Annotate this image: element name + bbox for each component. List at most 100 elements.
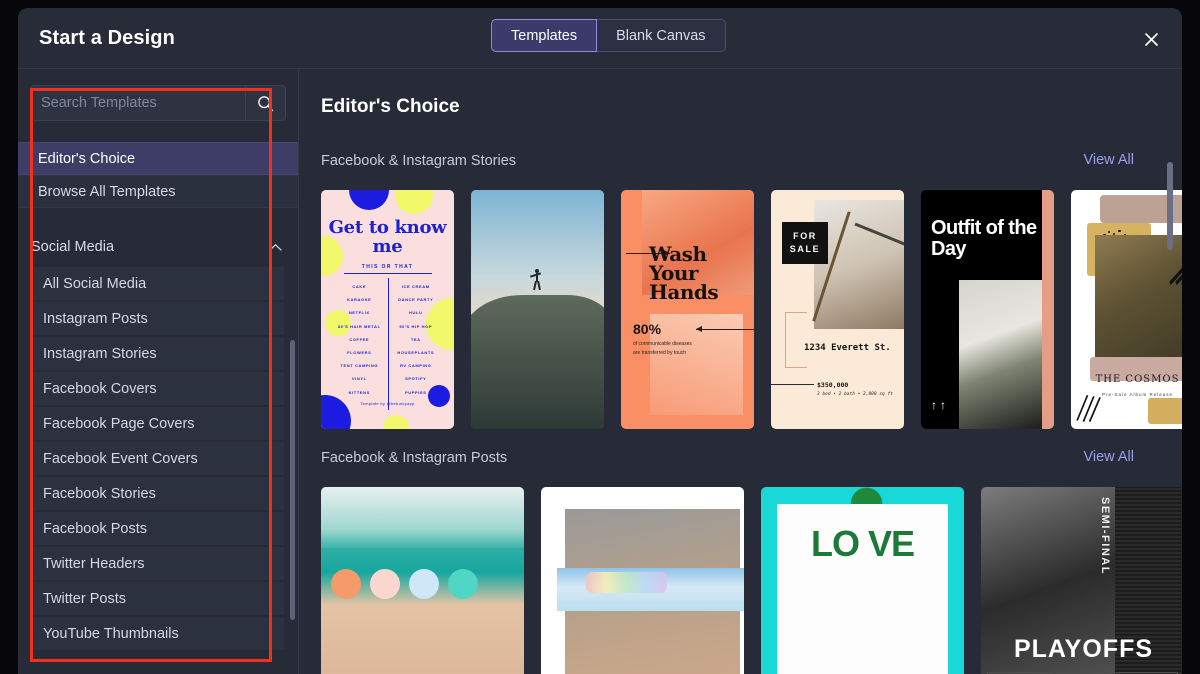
card-heading: Outfit of the Day — [931, 217, 1037, 260]
sidebar-item-twitter-headers[interactable]: Twitter Headers — [32, 547, 284, 581]
option: FLOWERS — [347, 350, 372, 356]
brush-stroke-bottom — [1148, 397, 1182, 425]
option: SPOTIFY — [405, 376, 427, 382]
option: RV CAMPING — [400, 363, 432, 369]
sidebar-item-facebook-covers[interactable]: Facebook Covers — [32, 372, 284, 406]
swatch — [409, 569, 439, 599]
option: 80'S HAIR METAL — [337, 323, 381, 329]
decor-bracket — [785, 312, 807, 368]
stories-card-row: Get to know me THIS OR THAT CAKE KARAOKE… — [299, 190, 1182, 429]
section-stories-head: Facebook & Instagram Stories View All — [299, 152, 1182, 178]
template-card-beach-color-palette[interactable] — [321, 487, 524, 674]
color-palette-swatches — [331, 569, 478, 599]
decor-dot — [349, 190, 389, 210]
template-card-get-to-know-me[interactable]: Get to know me THIS OR THAT CAKE KARAOKE… — [321, 190, 454, 429]
template-card-torn-paper-portrait[interactable] — [541, 487, 744, 674]
option: NETFLIX — [348, 310, 370, 316]
outfit-photo — [959, 280, 1042, 429]
section-posts: Facebook & Instagram Posts View All LO V… — [299, 449, 1182, 674]
modal-titlebar: Start a Design Templates Blank Canvas — [18, 8, 1182, 69]
interior-photo — [813, 199, 904, 329]
sidebar-primary-nav: Editor's Choice Browse All Templates — [18, 142, 298, 208]
scratch-icon — [1076, 395, 1101, 423]
option: CAKE — [352, 284, 367, 289]
for-sale-badge: FOR SALE — [782, 222, 828, 264]
tab-blank-canvas[interactable]: Blank Canvas — [597, 19, 726, 52]
template-card-outfit-of-the-day[interactable]: Outfit of the Day ↑↑ — [921, 190, 1054, 429]
sidebar-item-facebook-event-covers[interactable]: Facebook Event Covers — [32, 442, 284, 476]
decor-scratch — [1075, 393, 1104, 423]
card-credit: Template by @befunkyapp — [360, 401, 415, 406]
card-options: CAKE KARAOKE NETFLIX 80'S HAIR METAL COF… — [331, 280, 444, 399]
swatch — [448, 569, 478, 599]
card-stat: 80% — [633, 321, 662, 337]
sidebar-category-list: All Social Media Instagram Posts Instagr… — [18, 267, 298, 651]
option: TENT CAMPING — [340, 363, 379, 369]
option: PUPPIES — [404, 389, 427, 395]
screen: Start a Design Templates Blank Canvas Se… — [0, 0, 1200, 674]
sidebar-item-all-social-media[interactable]: All Social Media — [32, 267, 284, 301]
modal-body: Editor's Choice Browse All Templates Soc… — [18, 70, 1182, 674]
search-icon — [258, 95, 274, 111]
view-all-stories[interactable]: View All — [1083, 152, 1134, 168]
tab-templates[interactable]: Templates — [491, 19, 598, 52]
sidebar-item-browse-all-templates[interactable]: Browse All Templates — [18, 175, 298, 208]
option: ICE CREAM — [401, 284, 430, 289]
listing-price: $350,000 — [817, 381, 849, 389]
sidebar-group-social-media[interactable]: Social Media — [18, 232, 298, 262]
template-card-playoffs-semi-final[interactable]: SEMI-FINAL PLAYOFFS — [981, 487, 1182, 674]
option: 90'S HIP HOP — [399, 323, 433, 329]
sidebar-item-twitter-posts[interactable]: Twitter Posts — [32, 582, 284, 616]
section-stories: Facebook & Instagram Stories View All Ge… — [299, 152, 1182, 429]
close-icon — [1144, 32, 1158, 46]
main-heading: Editor's Choice — [321, 96, 460, 117]
sidebar-item-facebook-posts[interactable]: Facebook Posts — [32, 512, 284, 546]
sidebar-item-facebook-stories[interactable]: Facebook Stories — [32, 477, 284, 511]
template-card-the-cosmos-album[interactable]: THE COSMOS Pre-Sale Album Release — [1071, 190, 1182, 429]
sidebar-item-editors-choice[interactable]: Editor's Choice — [18, 142, 298, 175]
option: HULU — [408, 310, 423, 316]
search-button[interactable] — [245, 86, 285, 120]
decor-line — [771, 384, 814, 385]
cliff-layer — [471, 295, 604, 429]
card-heading: Get to know me — [328, 217, 447, 257]
accent-stripe — [1042, 190, 1054, 429]
up-arrows-icon: ↑↑ — [931, 398, 949, 412]
view-mode-tabs: Templates Blank Canvas — [491, 19, 726, 52]
card-stat-description: of communicable diseases are transferred… — [633, 341, 692, 356]
template-card-for-sale-listing[interactable]: FOR SALE 1234 Everett St. $350,000 3 bed… — [771, 190, 904, 429]
option: TEA — [410, 336, 421, 342]
option: KARAOKE — [347, 297, 372, 303]
sidebar-item-youtube-thumbnails[interactable]: YouTube Thumbnails — [32, 617, 284, 651]
template-card-love-cactus[interactable]: LO VE — [761, 487, 964, 674]
slash-icon — [1169, 268, 1182, 286]
arrow-left-icon — [696, 326, 754, 332]
rainbow-cloud — [585, 572, 667, 593]
card-side-label: SEMI-FINAL — [1098, 497, 1111, 575]
sidebar-item-facebook-page-covers[interactable]: Facebook Page Covers — [32, 407, 284, 441]
card-heading: PLAYOFFS — [1013, 635, 1154, 663]
posts-card-row: LO VE SEMI-FINAL PLAYOFFS — [299, 487, 1182, 674]
option: COFFEE — [349, 336, 370, 342]
album-brand: THE COSMOS — [1095, 374, 1180, 386]
main-scrollbar-thumb[interactable] — [1167, 162, 1173, 250]
option: HOUSEPLANTS — [397, 350, 435, 356]
card-heading: LO VE — [810, 523, 915, 564]
sidebar-scrollbar-thumb[interactable] — [290, 340, 295, 620]
sidebar-item-instagram-posts[interactable]: Instagram Posts — [32, 302, 284, 336]
close-button[interactable] — [1136, 24, 1166, 54]
swatch — [370, 569, 400, 599]
listing-address: 1234 Everett St. — [804, 343, 891, 353]
template-card-wash-your-hands[interactable]: Wash Your Hands 80% of communicable dise… — [621, 190, 754, 429]
card-options-left: CAKE KARAOKE NETFLIX 80'S HAIR METAL COF… — [331, 280, 388, 399]
search-row — [30, 85, 286, 121]
search-input[interactable] — [31, 86, 245, 120]
view-all-posts[interactable]: View All — [1083, 449, 1134, 465]
listing-meta: 3 bed • 2 bath • 2,000 sq ft — [817, 392, 893, 397]
template-card-cliff-jump-photo[interactable] — [471, 190, 604, 429]
decor-slashes — [1164, 247, 1182, 286]
option: KITTENS — [348, 389, 370, 395]
section-posts-title: Facebook & Instagram Posts — [321, 450, 508, 466]
sidebar-item-instagram-stories[interactable]: Instagram Stories — [32, 337, 284, 371]
page-title: Start a Design — [39, 27, 175, 49]
